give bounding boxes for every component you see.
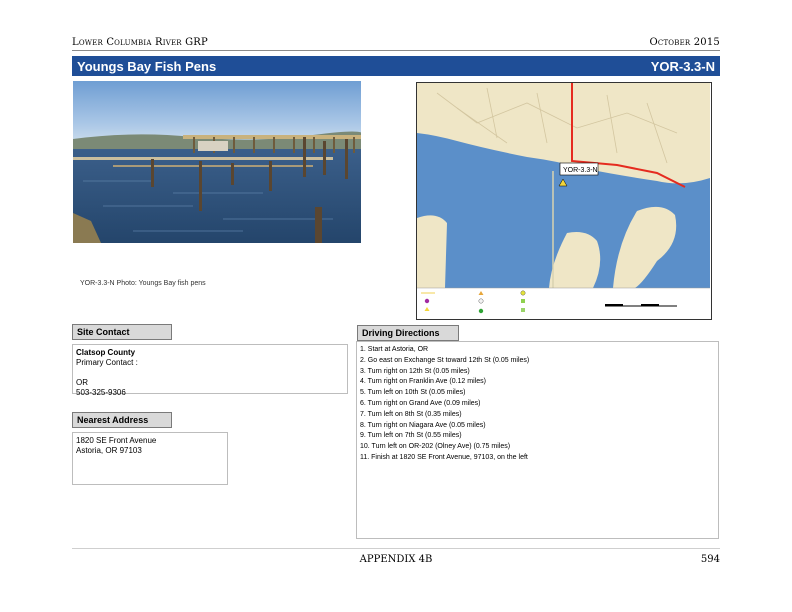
footer-divider [72, 548, 720, 549]
site-code: YOR-3.3-N [650, 58, 715, 74]
direction-step: 6. Turn right on Grand Ave (0.09 miles) [360, 399, 481, 407]
page-number: 594 [700, 554, 720, 565]
nearest-address-heading: Nearest Address [72, 412, 172, 428]
site-photo [73, 81, 361, 243]
contact-primary: Primary Contact : [76, 358, 138, 367]
address-line-2: Astoria, OR 97103 [76, 446, 142, 455]
direction-step: 7. Turn left on 8th St (0.35 miles) [360, 410, 462, 418]
map-site-label: YOR-3.3-N [563, 167, 598, 174]
address-line-1: 1820 SE Front Avenue [76, 436, 157, 445]
driving-directions-heading: Driving Directions [357, 325, 459, 341]
nearest-address-box: 1820 SE Front Avenue Astoria, OR 97103 [72, 432, 228, 485]
direction-step: 8. Turn right on Niagara Ave (0.05 miles… [360, 421, 486, 429]
direction-step: 4. Turn right on Franklin Ave (0.12 mile… [360, 378, 486, 386]
direction-step: 1. Start at Astoria, OR [360, 346, 429, 353]
direction-step: 5. Turn left on 10th St (0.05 miles) [360, 389, 466, 397]
contact-state: OR [76, 378, 88, 387]
header-divider [72, 50, 720, 51]
contact-org: Clatsop County [76, 348, 136, 357]
footer-appendix: APPENDIX 4B [359, 554, 433, 565]
direction-step: 9. Turn left on 7th St (0.55 miles) [360, 432, 462, 440]
direction-step: 11. Finish at 1820 SE Front Avenue, 9710… [360, 453, 528, 461]
site-contact-heading: Site Contact [72, 324, 172, 340]
photo-caption: YOR-3.3-N Photo: Youngs Bay fish pens [80, 280, 206, 287]
driving-directions-box: 1. Start at Astoria, OR 2. Go east on Ex… [356, 341, 719, 539]
direction-step: 3. Turn right on 12th St (0.05 miles) [360, 367, 470, 375]
header-org: Lower Columbia River GRP [72, 37, 208, 48]
contact-phone: 503-325-9306 [76, 388, 126, 397]
location-map[interactable]: YOR-3.3-N [416, 82, 712, 320]
direction-step: 2. Go east on Exchange St toward 12th St… [360, 356, 530, 364]
header-date: October 2015 [649, 37, 720, 48]
direction-step: 10. Turn left on OR-202 (Olney Ave) (0.7… [360, 443, 511, 451]
contact-blank-line [76, 368, 344, 378]
site-contact-box: Clatsop County Primary Contact : OR 503-… [72, 344, 348, 397]
title-bar: Youngs Bay Fish Pens YOR-3.3-N [72, 56, 720, 76]
site-name: Youngs Bay Fish Pens [77, 58, 217, 74]
